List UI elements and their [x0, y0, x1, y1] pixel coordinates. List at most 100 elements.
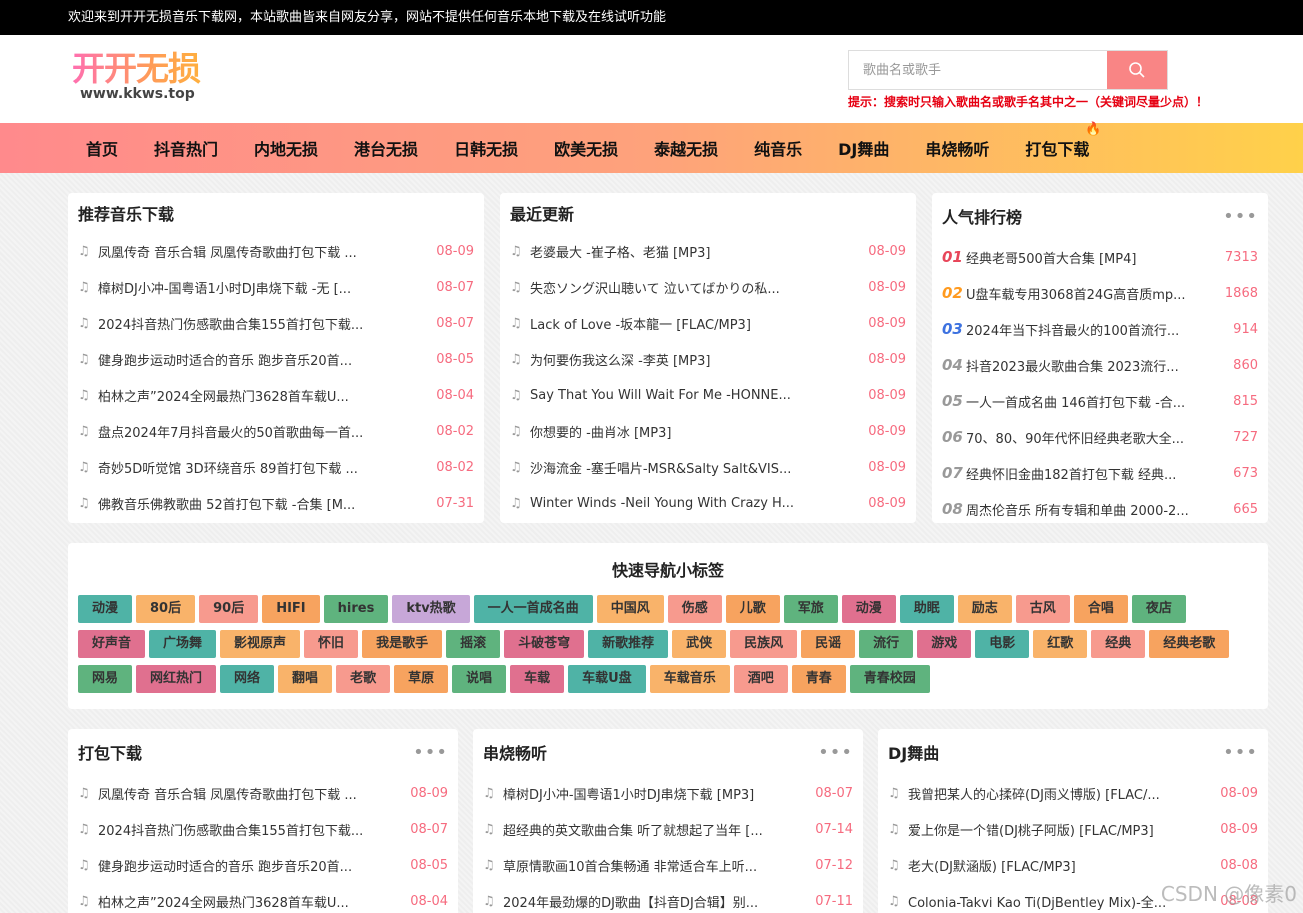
list-item-title[interactable]: 凤凰传奇 音乐合辑 凤凰传奇歌曲打包下载 ...: [98, 784, 398, 803]
list-item[interactable]: ♫ Winter Winds -Neil Young With Crazy H..…: [500, 485, 916, 521]
tag-link[interactable]: 摇滚: [446, 630, 501, 658]
more-icon[interactable]: •••: [1223, 742, 1258, 763]
search-button[interactable]: [1107, 51, 1167, 89]
list-item[interactable]: ♫ 健身跑步运动时适合的音乐 跑步音乐20首... 08-05: [68, 341, 484, 377]
rank-item-title[interactable]: U盘车载专用3068首24G高音质mp...: [966, 284, 1213, 303]
list-item[interactable]: ♫ 沙海流金 -塞壬唱片-MSR&Salty Salt&VIS... 08-09: [500, 449, 916, 485]
search-input[interactable]: [849, 51, 1107, 89]
tag-link[interactable]: 电影: [975, 630, 1030, 658]
rank-item-title[interactable]: 经典怀旧金曲182首打包下载 经典...: [966, 464, 1221, 483]
tag-link[interactable]: 一人一首成名曲: [473, 595, 593, 623]
rank-item[interactable]: 04 抖音2023最火歌曲合集 2023流行... 860: [932, 347, 1268, 383]
rank-item[interactable]: 08 周杰伦音乐 所有专辑和单曲 2000-2... 665: [932, 491, 1268, 523]
list-item-title[interactable]: Winter Winds -Neil Young With Crazy H...: [530, 496, 856, 511]
nav-item[interactable]: 日韩无损: [436, 136, 536, 160]
list-item-title[interactable]: 健身跑步运动时适合的音乐 跑步音乐20首...: [98, 856, 398, 875]
list-item-title[interactable]: 樟树DJ小冲-国粤语1小时DJ串烧下载 -无 [...: [98, 278, 424, 297]
tag-link[interactable]: 经典老歌: [1149, 630, 1230, 658]
list-item[interactable]: ♫ 2024年最劲爆的DJ歌曲【抖音DJ合辑】别... 07-11: [473, 883, 863, 913]
tag-link[interactable]: 伤感: [667, 595, 722, 623]
rank-item-title[interactable]: 抖音2023最火歌曲合集 2023流行...: [966, 356, 1221, 375]
more-icon[interactable]: •••: [1223, 206, 1258, 227]
tag-link[interactable]: 红歌: [1033, 630, 1088, 658]
list-item-title[interactable]: 2024年最劲爆的DJ歌曲【抖音DJ合辑】别...: [503, 892, 803, 911]
tag-link[interactable]: 斗破苍穹: [504, 630, 585, 658]
list-item[interactable]: ♫ 失恋ソング沢山聴いて 泣いてばかりの私... 08-09: [500, 269, 916, 305]
rank-item-title[interactable]: 经典老哥500首大合集 [MP4]: [966, 248, 1213, 267]
rank-item[interactable]: 01 经典老哥500首大合集 [MP4] 7313: [932, 239, 1268, 275]
list-item-title[interactable]: 柏林之声”2024全网最热门3628首车载U...: [98, 892, 398, 911]
list-item-title[interactable]: 2024抖音热门伤感歌曲合集155首打包下载...: [98, 820, 398, 839]
nav-item[interactable]: 欧美无损: [536, 136, 636, 160]
tag-link[interactable]: 夜店: [1131, 595, 1186, 623]
tag-link[interactable]: 军旅: [783, 595, 838, 623]
rank-item[interactable]: 07 经典怀旧金曲182首打包下载 经典... 673: [932, 455, 1268, 491]
list-item-title[interactable]: 2024抖音热门伤感歌曲合集155首打包下载...: [98, 314, 424, 333]
tag-link[interactable]: 80后: [136, 595, 196, 623]
rank-item-title[interactable]: 2024年当下抖音最火的100首流行...: [966, 320, 1221, 339]
tag-link[interactable]: 武侠: [672, 630, 727, 658]
tag-link[interactable]: ktv热歌: [392, 595, 470, 623]
site-logo[interactable]: 开开无损 www.kkws.top: [72, 51, 222, 107]
tag-link[interactable]: 草原: [394, 665, 449, 693]
list-item[interactable]: ♫ 樟树DJ小冲-国粤语1小时DJ串烧下载 [MP3] 08-07: [473, 775, 863, 811]
tag-link[interactable]: 车载音乐: [649, 665, 730, 693]
list-item-title[interactable]: 爱上你是一个错(DJ桃子阿版) [FLAC/MP3]: [908, 820, 1208, 839]
tag-link[interactable]: 影视原声: [220, 630, 301, 658]
list-item-title[interactable]: 老大(DJ默涵版) [FLAC/MP3]: [908, 856, 1208, 875]
list-item-title[interactable]: 沙海流金 -塞壬唱片-MSR&Salty Salt&VIS...: [530, 458, 856, 477]
tag-link[interactable]: 网络: [220, 665, 275, 693]
tag-link[interactable]: 民族风: [730, 630, 798, 658]
tag-link[interactable]: 90后: [199, 595, 259, 623]
tag-link[interactable]: 酒吧: [733, 665, 788, 693]
tag-link[interactable]: 新歌推荐: [588, 630, 669, 658]
rank-item[interactable]: 05 一人一首成名曲 146首打包下载 -合... 815: [932, 383, 1268, 419]
tag-link[interactable]: 网易: [78, 665, 133, 693]
list-item[interactable]: ♫ 奇妙5D听觉馆 3D环绕音乐 89首打包下载 ... 08-02: [68, 449, 484, 485]
rank-item-title[interactable]: 70、80、90年代怀旧经典老歌大全...: [966, 428, 1221, 447]
list-item-title[interactable]: 我曾把某人的心揉碎(DJ雨义博版) [FLAC/...: [908, 784, 1208, 803]
list-item-title[interactable]: 你想要的 -曲肖冰 [MP3]: [530, 422, 856, 441]
nav-item[interactable]: 首页: [68, 136, 136, 160]
more-icon[interactable]: •••: [818, 742, 853, 763]
nav-item[interactable]: 内地无损: [236, 136, 336, 160]
nav-item[interactable]: 打包下载 🔥: [1007, 122, 1107, 160]
list-item[interactable]: ♫ 柏林之声”2024全网最热门3628首车载U... 08-04: [68, 883, 458, 913]
list-item[interactable]: ♫ 凤凰传奇 音乐合辑 凤凰传奇歌曲打包下载 ... 08-09: [68, 775, 458, 811]
list-item[interactable]: ♫ 柏林之声”2024全网最热门3628首车载U... 08-04: [68, 377, 484, 413]
list-item-title[interactable]: 凤凰传奇 音乐合辑 凤凰传奇歌曲打包下载 ...: [98, 242, 424, 261]
tag-link[interactable]: 流行: [859, 630, 914, 658]
tag-link[interactable]: 我是歌手: [362, 630, 443, 658]
list-item-title[interactable]: Say That You Will Wait For Me -HONNE...: [530, 388, 856, 403]
tag-link[interactable]: 游戏: [917, 630, 972, 658]
list-item[interactable]: ♫ 2024抖音热门伤感歌曲合集155首打包下载... 08-07: [68, 811, 458, 847]
tag-link[interactable]: 翻唱: [278, 665, 333, 693]
more-icon[interactable]: •••: [413, 742, 448, 763]
list-item[interactable]: ♫ 2024抖音热门伤感歌曲合集155首打包下载... 08-07: [68, 305, 484, 341]
nav-item[interactable]: 抖音热门: [136, 136, 236, 160]
list-item[interactable]: ♫ Lack of Love -坂本龍一 [FLAC/MP3] 08-09: [500, 305, 916, 341]
rank-item-title[interactable]: 一人一首成名曲 146首打包下载 -合...: [966, 392, 1221, 411]
list-item-title[interactable]: Lack of Love -坂本龍一 [FLAC/MP3]: [530, 314, 856, 333]
tag-link[interactable]: 网红热门: [136, 665, 217, 693]
list-item[interactable]: ♫ 健身跑步运动时适合的音乐 跑步音乐20首... 08-05: [68, 847, 458, 883]
tag-link[interactable]: HIFI: [262, 595, 320, 623]
list-item[interactable]: ♫ 超经典的英文歌曲合集 听了就想起了当年 [... 07-14: [473, 811, 863, 847]
list-item[interactable]: ♫ 你想要的 -曲肖冰 [MP3] 08-09: [500, 413, 916, 449]
rank-item[interactable]: 03 2024年当下抖音最火的100首流行... 914: [932, 311, 1268, 347]
rank-item[interactable]: 02 U盘车载专用3068首24G高音质mp... 1868: [932, 275, 1268, 311]
list-item-title[interactable]: 佛教音乐佛教歌曲 52首打包下载 -合集 [M...: [98, 494, 424, 513]
list-item-title[interactable]: 奇妙5D听觉馆 3D环绕音乐 89首打包下载 ...: [98, 458, 424, 477]
list-item[interactable]: ♫ 草原情歌画10首合集畅通 非常适合车上听... 07-12: [473, 847, 863, 883]
tag-link[interactable]: 车载U盘: [568, 665, 646, 693]
tag-link[interactable]: 励志: [957, 595, 1012, 623]
tag-link[interactable]: 青春校园: [849, 665, 930, 693]
list-item-title[interactable]: 草原情歌画10首合集畅通 非常适合车上听...: [503, 856, 803, 875]
list-item[interactable]: ♫ 凤凰传奇 音乐合辑 凤凰传奇歌曲打包下载 ... 08-09: [68, 233, 484, 269]
list-item[interactable]: ♫ 盘点2024年7月抖音最火的50首歌曲每一首... 08-02: [68, 413, 484, 449]
nav-item[interactable]: 纯音乐: [736, 136, 820, 160]
list-item-title[interactable]: 老婆最大 -崔子格、老猫 [MP3]: [530, 242, 856, 261]
tag-link[interactable]: 古风: [1015, 595, 1070, 623]
list-item[interactable]: ♫ 我曾把某人的心揉碎(DJ雨义博版) [FLAC/... 08-09: [878, 775, 1268, 811]
nav-item[interactable]: 港台无损: [336, 136, 436, 160]
